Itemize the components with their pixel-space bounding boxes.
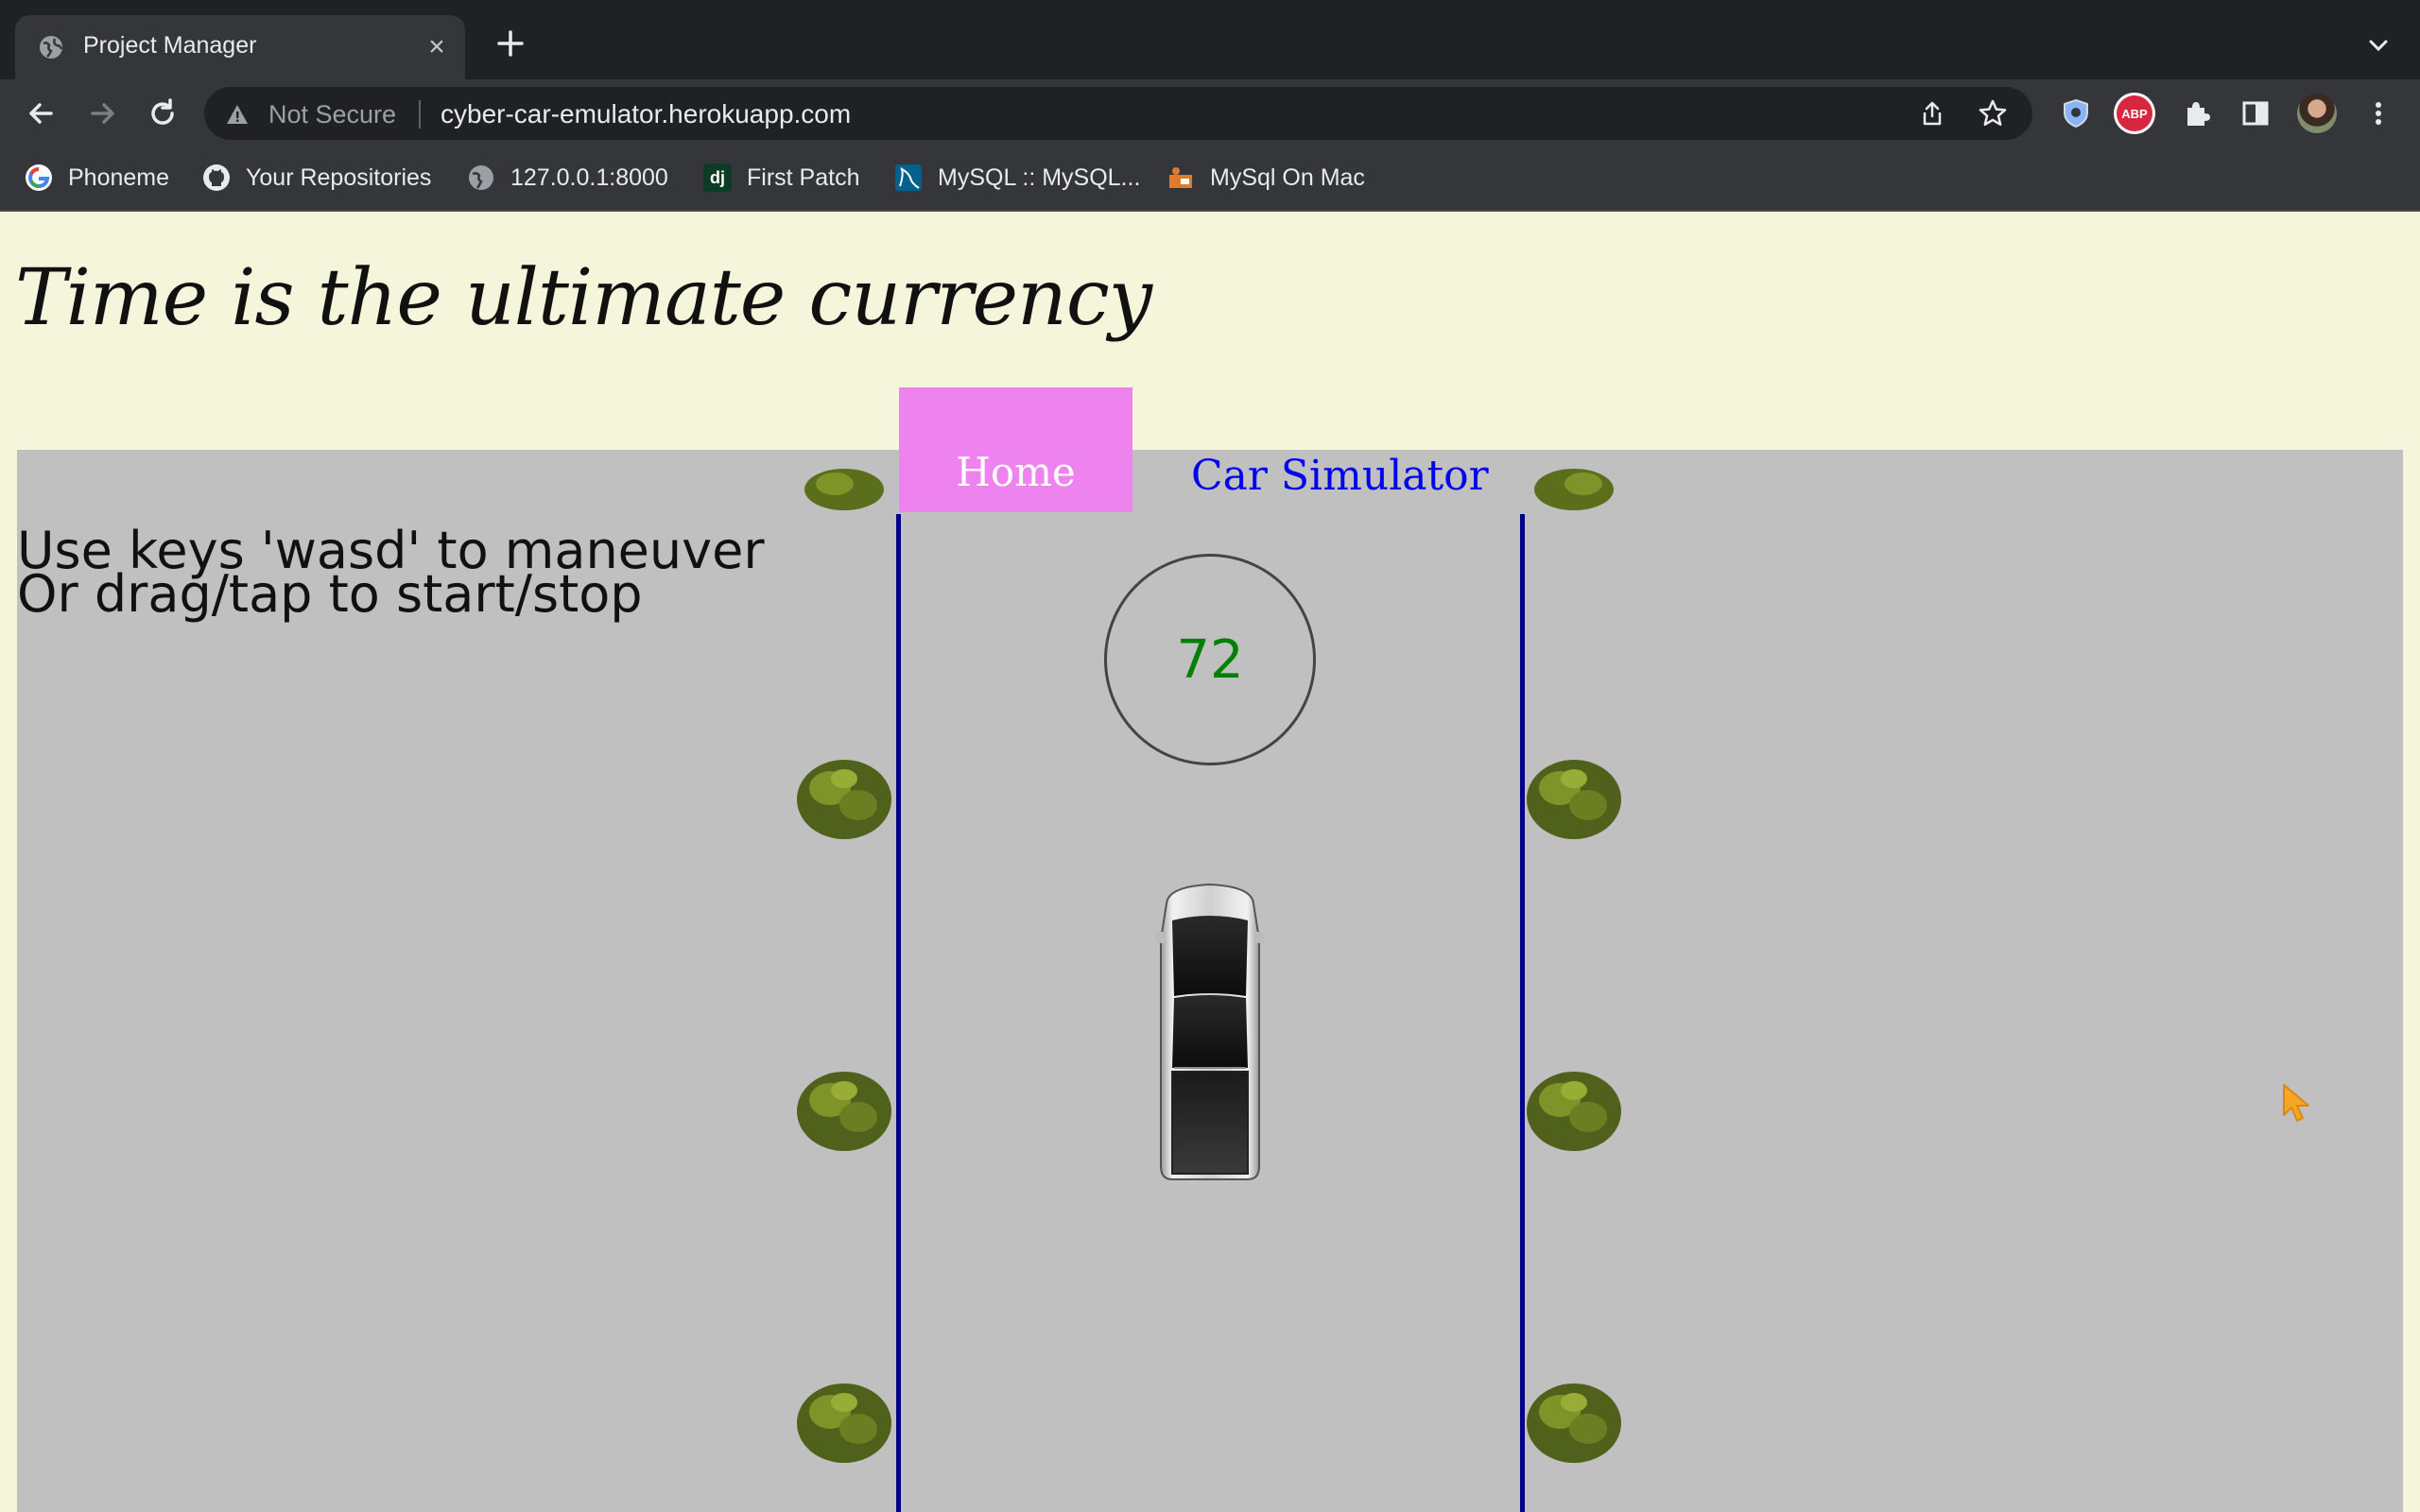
nav-home-link[interactable]: Home <box>899 387 1132 512</box>
globe-icon <box>40 36 63 59</box>
car-icon[interactable] <box>1153 883 1267 1181</box>
bookmark-label: Phoneme <box>68 163 170 191</box>
page-content: Time is the ultimate currency Home Car S… <box>0 212 2420 1512</box>
tree-icon <box>804 469 884 510</box>
nav-home-label: Home <box>956 449 1076 495</box>
right-lane-line <box>1520 514 1525 1512</box>
tree-icon <box>1527 760 1621 839</box>
tab-strip: Project Manager × <box>0 0 2420 79</box>
folder-person-icon <box>1167 163 1195 192</box>
nav-car-simulator-link[interactable]: Car Simulator <box>1191 452 1489 500</box>
back-icon[interactable] <box>23 94 60 132</box>
tab-project-manager[interactable]: Project Manager × <box>15 15 465 79</box>
github-icon <box>202 163 231 192</box>
shield-extension-icon[interactable] <box>2059 96 2093 130</box>
url-text[interactable]: cyber-car-emulator.herokuapp.com <box>441 99 851 129</box>
security-status[interactable]: Not Secure <box>268 100 396 129</box>
browser-toolbar: Not Secure cyber-car-emulator.herokuapp.… <box>0 79 2420 147</box>
bookmark-label: First Patch <box>747 163 860 191</box>
speedometer: 72 <box>1104 554 1316 765</box>
tree-icon <box>1527 1072 1621 1151</box>
tree-icon <box>1527 1383 1621 1463</box>
bookmarks-bar: Phoneme Your Repositories 127.0.0.1:8000… <box>0 147 2420 212</box>
reload-icon[interactable] <box>144 94 182 132</box>
address-separator <box>419 100 421 129</box>
bookmark-label: MySql On Mac <box>1210 163 1365 191</box>
bookmark-phoneme[interactable]: Phoneme <box>25 161 169 195</box>
warning-icon <box>227 105 248 124</box>
mysql-icon <box>894 163 923 192</box>
left-lane-line <box>896 514 901 1512</box>
extensions-puzzle-icon[interactable] <box>2180 96 2214 130</box>
tree-icon <box>797 1072 891 1151</box>
bookmark-star-icon[interactable] <box>1978 98 2008 129</box>
mouse-cursor-icon <box>2283 1084 2309 1122</box>
tree-icon <box>797 760 891 839</box>
new-tab-icon[interactable] <box>492 25 529 62</box>
bookmark-first-patch[interactable]: dj First Patch <box>703 161 859 195</box>
bookmark-label: 127.0.0.1:8000 <box>510 163 668 191</box>
instructions: Use keys 'wasd' to maneuver Or drag/tap … <box>17 525 765 620</box>
tab-search-chevron-icon[interactable] <box>2363 30 2394 60</box>
side-panel-icon[interactable] <box>2238 96 2273 130</box>
bookmark-mysql[interactable]: MySQL :: MySQL... <box>894 161 1140 195</box>
bookmark-your-repositories[interactable]: Your Repositories <box>202 161 431 195</box>
bookmark-label: Your Repositories <box>246 163 432 191</box>
share-icon[interactable] <box>1919 100 1945 127</box>
bookmark-localhost[interactable]: 127.0.0.1:8000 <box>467 161 668 195</box>
bookmark-mysql-on-mac[interactable]: MySql On Mac <box>1167 161 1365 195</box>
speed-value: 72 <box>1176 628 1244 691</box>
bookmark-label: MySQL :: MySQL... <box>938 163 1141 191</box>
tree-icon <box>1534 469 1614 510</box>
profile-avatar[interactable] <box>2297 94 2337 133</box>
close-tab-icon[interactable]: × <box>422 32 452 62</box>
tab-title: Project Manager <box>83 32 257 59</box>
address-bar[interactable]: Not Secure cyber-car-emulator.herokuapp.… <box>204 87 2032 140</box>
tree-icon <box>797 1383 891 1463</box>
django-icon: dj <box>703 163 732 192</box>
page-heading: Time is the ultimate currency <box>15 253 1152 343</box>
adblock-plus-icon[interactable]: ABP <box>2114 93 2155 134</box>
abp-label: ABP <box>2117 95 2152 131</box>
forward-icon[interactable] <box>83 94 121 132</box>
browser-menu-icon[interactable] <box>2361 96 2395 130</box>
globe-icon <box>467 163 495 192</box>
google-icon <box>25 163 53 192</box>
